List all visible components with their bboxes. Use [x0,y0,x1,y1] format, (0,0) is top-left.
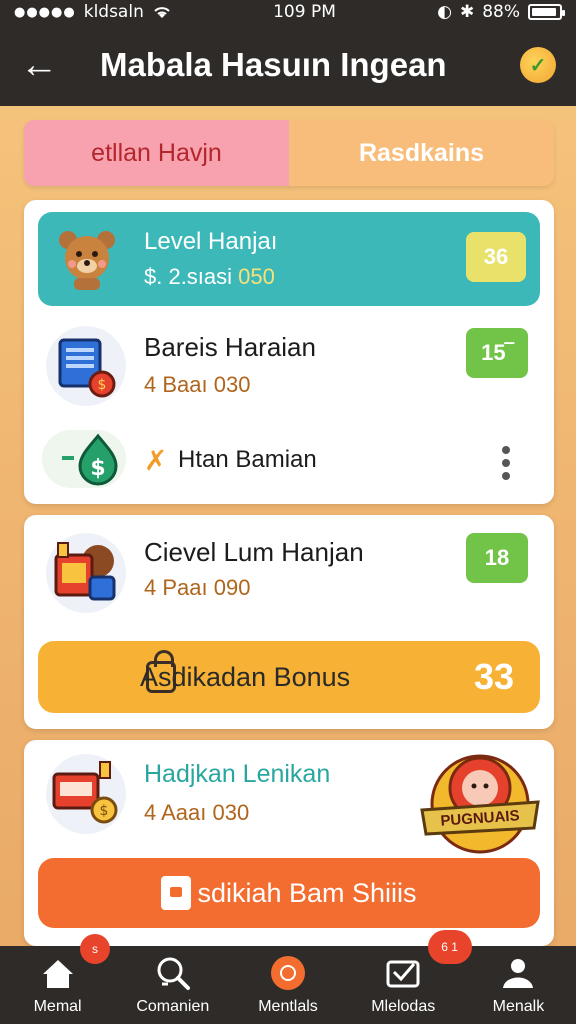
nav-label-search: Comanien [136,998,210,1015]
nav-label-inbox: Mlelodas [371,998,436,1015]
reward-task-subtitle: 4 Aaaı 030 [144,800,250,825]
sparkle-icon: ✗ [144,445,168,476]
back-arrow-icon[interactable]: ← [20,46,70,84]
search-icon [157,957,190,990]
more-options-icon[interactable] [502,446,510,480]
nav-label-profile: Menalk [492,998,545,1015]
carrier-label: kldsaln [83,2,144,22]
inbox-icon [386,960,420,988]
level-banner[interactable]: Level Hanjaı $. 2.sıasi 050 36 [38,212,540,306]
reward-task-title: Hadjkan Lenikan [144,760,331,788]
svg-text:$: $ [90,456,105,481]
level-subtitle: $. 2.sıasi 050 [144,264,275,290]
notification-dot: s [80,934,110,964]
hunt-task-title: Htan Bamian [178,446,317,473]
moon-icon: ◐ [437,2,452,22]
bonus-button[interactable]: Asdikadan Bonus 33 [38,641,540,713]
task-card-1: Level Hanjaı $. 2.sıasi 050 36 $ Bareis … [24,200,554,504]
money-drop-icon: $ [42,430,126,488]
clock: 109 PM [273,2,336,22]
svg-text:$: $ [98,377,107,393]
svg-text:$: $ [100,803,109,819]
nav-item-medal[interactable]: Mentlals [230,946,345,1024]
nav-item-inbox[interactable]: 6 1 Mlelodas [346,930,472,1024]
bottom-nav: s Memal Comanien Mentlals 6 1 Mlelodas M… [0,930,576,1024]
stamp-button-label: sdikiah Bam Shiiis [197,877,417,908]
bear-gift-icon [46,533,126,613]
app-bar: ← Mabala Hasuın Ingean ✓ [0,24,576,106]
level-task-badge: 18 [466,533,528,583]
stamp-button[interactable]: sdikiah Bam Shiiis [38,858,540,928]
level-task-title: Cievel Lum Hanjan [144,537,364,567]
bear-mascot-icon [59,231,115,290]
daily-count-badge: 15‾ [466,328,528,378]
task-card-3: $ Hadjkan Lenikan 4 Aaaı 030 PUGNUAIS sd… [24,740,554,946]
status-bar: ●●●●● kldsaln 109 PM ◐ ✱ 88% [0,0,576,24]
level-title: Level Hanjaı [144,228,278,255]
level-sub-prefix: $. 2.sıasi [144,264,239,289]
wifi-icon [154,7,170,18]
battery-icon [528,4,565,20]
daily-task-subtitle: 4 Baaı 030 [144,372,251,397]
level-count-badge: 36 [466,232,526,282]
tab-bar: etllan Havjn Rasdkains [24,120,554,186]
level-task-subtitle: 4 Paaı 090 [144,575,251,600]
medal-icon [271,956,305,990]
nav-label-home: Memal [33,998,82,1015]
task-card-2: Cievel Lum Hanjan 4 Paaı 090 18 Asdikada… [24,515,554,729]
profile-icon [503,959,534,988]
check-badge-icon[interactable]: ✓ [520,47,556,83]
bonus-label: Asdikadan Bonus [140,661,351,692]
signal-icon: ●●●●● [14,4,76,20]
battery-percent: 88% [482,2,520,22]
nav-item-search[interactable]: Comanien [115,946,230,1024]
tab-second[interactable]: Rasdkains [289,120,554,186]
nav-item-home[interactable]: s Memal [0,934,115,1024]
document-coin-icon: $ [46,326,126,406]
level-sub-highlight: 050 [238,264,275,289]
bonus-value: 33 [473,656,514,697]
page-title: Mabala Hasuın Ingean [100,46,447,83]
nav-item-profile[interactable]: Menalk [461,946,576,1024]
promo-badge[interactable]: PUGNUAIS [418,748,542,860]
tab-first[interactable]: etllan Havjn [24,120,289,186]
bluetooth-icon: ✱ [459,2,475,22]
nav-label-medal: Mentlals [258,998,318,1015]
home-icon [42,960,73,988]
stamp-icon [161,876,192,910]
ticket-coin-icon: $ [46,754,126,834]
daily-task-title: Bareis Haraian [144,332,316,362]
